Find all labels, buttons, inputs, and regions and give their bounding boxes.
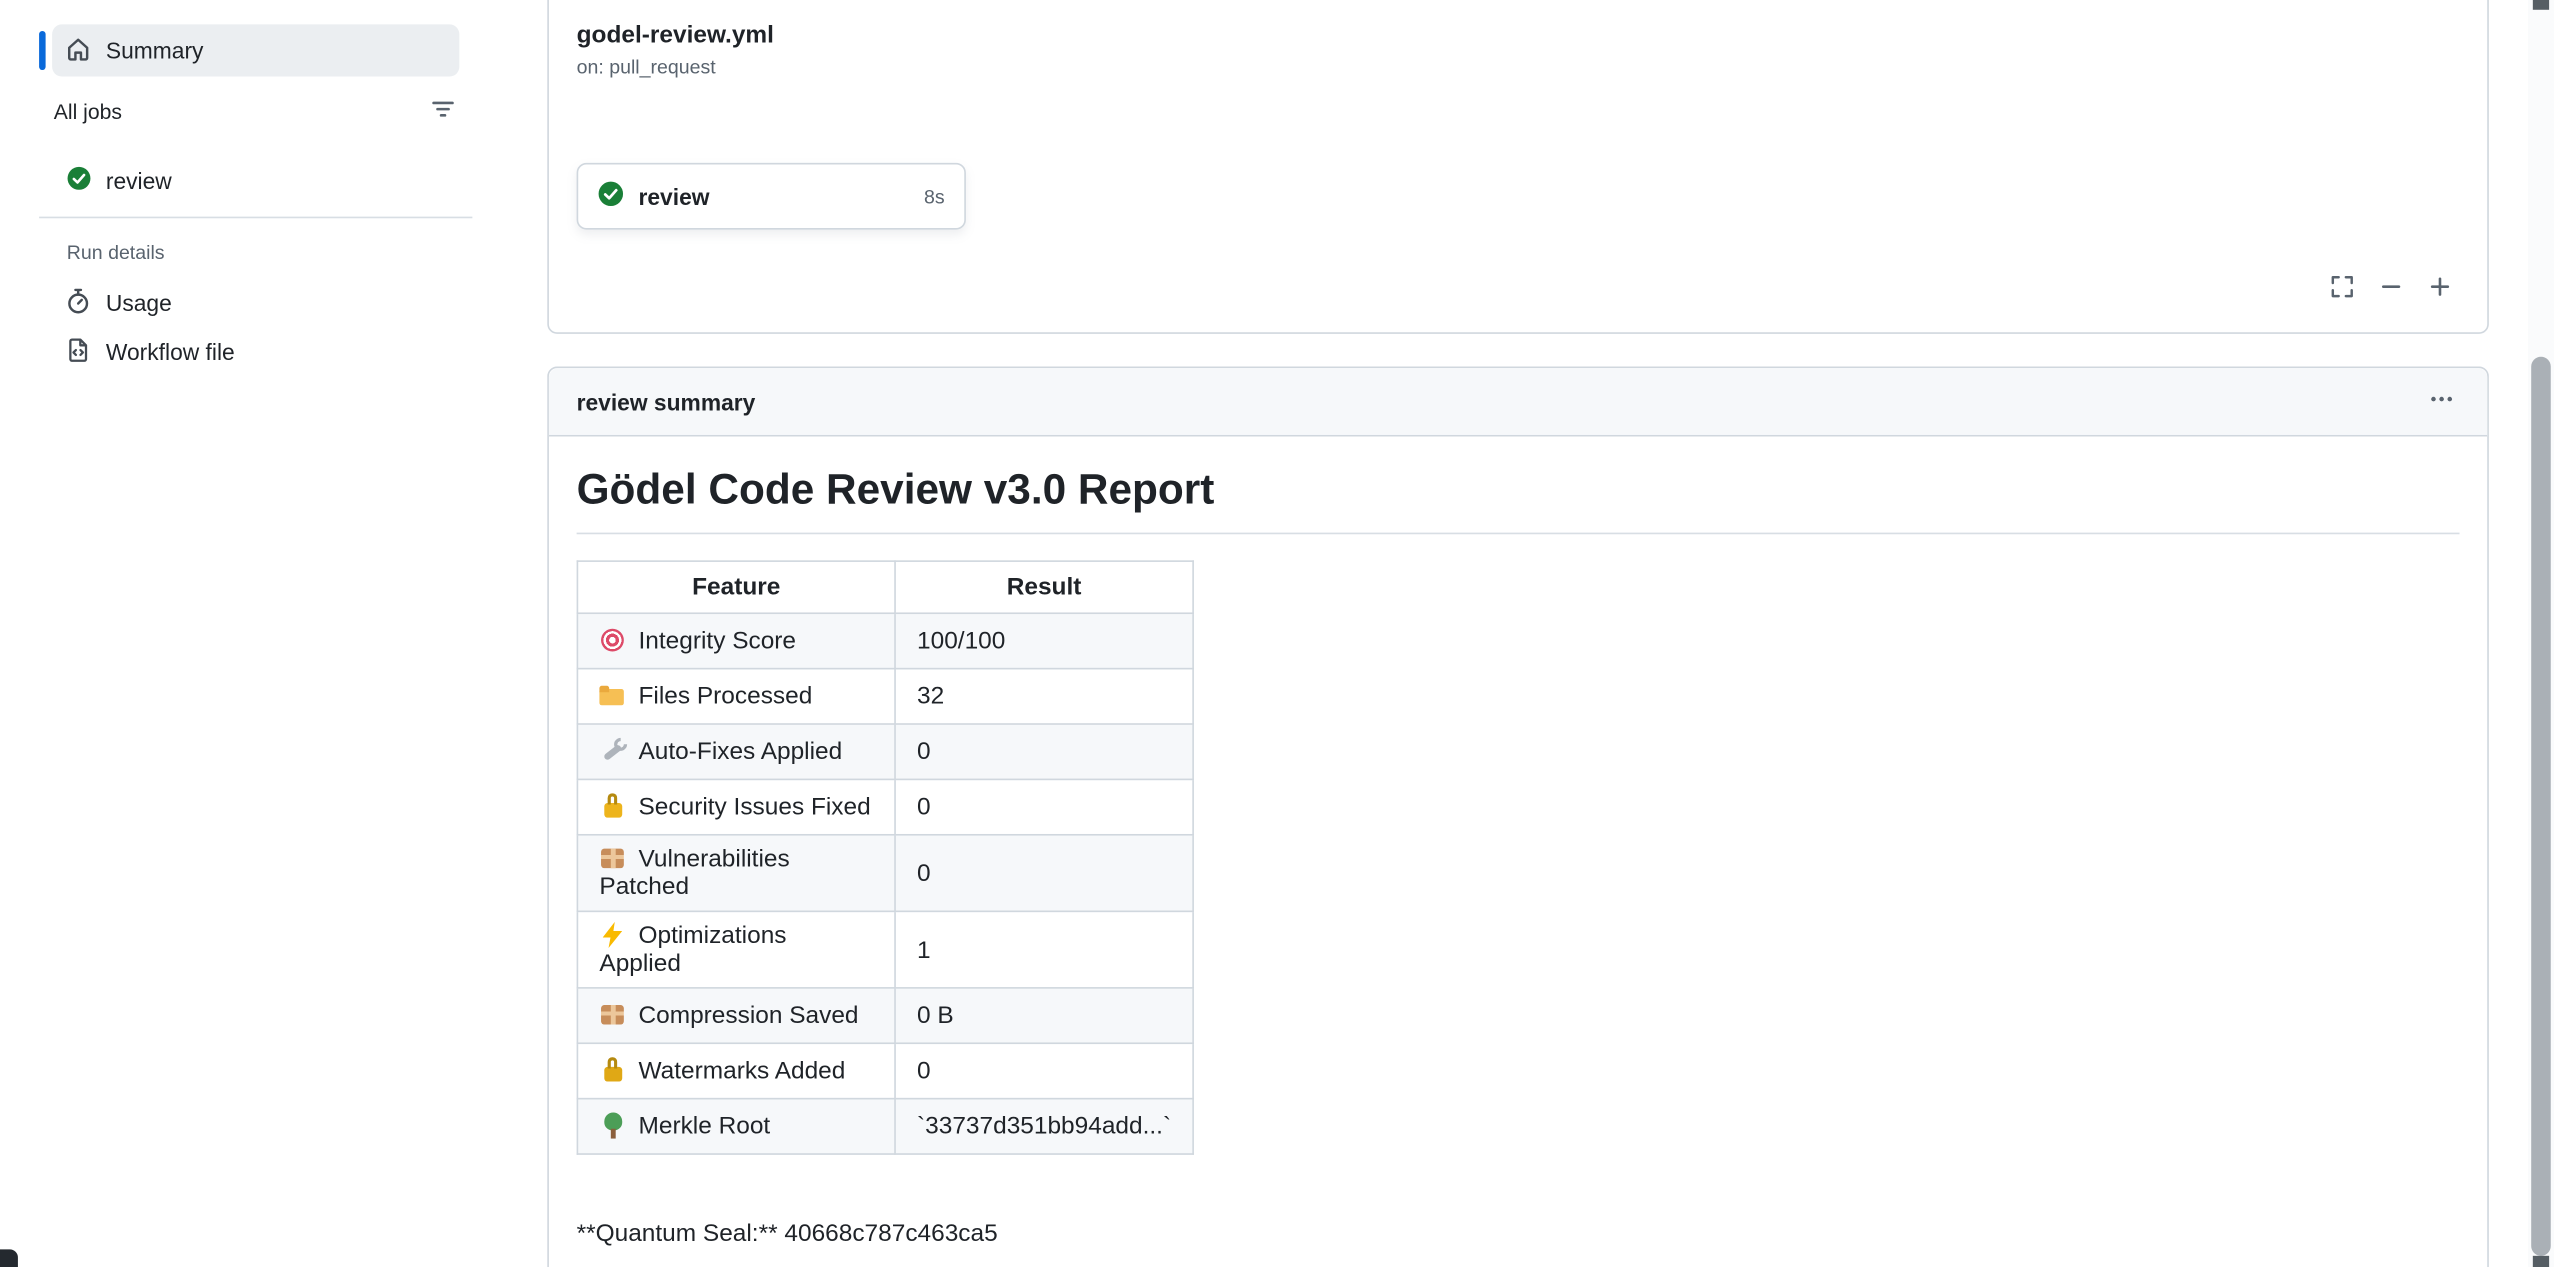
graph-job-review[interactable]: review 8s [577, 163, 966, 230]
sidebar-item-label: Workflow file [106, 339, 235, 365]
table-row: Auto-Fixes Applied 0 [577, 724, 1193, 779]
result-cell: 0 [895, 1043, 1193, 1098]
report-table-body: Integrity Score 100/100 Files Processed … [577, 613, 1193, 1154]
table-row: Compression Saved 0 B [577, 988, 1193, 1043]
sidebar-item-workflow-file[interactable]: Workflow file [39, 329, 472, 375]
workflow-graph-panel: godel-review.yml on: pull_request review… [547, 0, 2489, 334]
selected-accent-bar [39, 31, 46, 70]
sidebar-job-review[interactable]: review [39, 158, 472, 204]
result-cell: 0 [895, 779, 1193, 834]
github-actions-run-page: Summary All jobs review [0, 0, 2554, 1267]
target-icon [599, 627, 625, 653]
markdown-body: Gödel Code Review v3.0 Report Feature Re… [549, 437, 2487, 1267]
table-row: Security Issues Fixed 0 [577, 779, 1193, 834]
result-cell: 1 [895, 911, 1193, 988]
feature-cell: Watermarks Added [577, 1043, 895, 1098]
check-circle-icon [598, 181, 624, 212]
result-cell: `33737d351bb94add...` [895, 1099, 1193, 1154]
folder-icon [599, 682, 625, 708]
filter-jobs-button[interactable] [420, 88, 466, 134]
filter-icon [430, 95, 456, 126]
status-bubble-fragment [0, 1249, 18, 1267]
minus-icon [2378, 273, 2404, 304]
plus-icon [2427, 273, 2453, 304]
table-row: Vulnerabilities Patched 0 [577, 835, 1193, 912]
result-cell: 0 [895, 724, 1193, 779]
sidebar-item-label: Usage [106, 290, 172, 316]
result-cell: 100/100 [895, 613, 1193, 668]
wrench-icon [599, 738, 625, 764]
vertical-scrollbar[interactable] [2528, 0, 2554, 1267]
table-row: Watermarks Added 0 [577, 1043, 1193, 1098]
check-circle-icon [67, 166, 91, 195]
feature-cell: Merkle Root [577, 1099, 895, 1154]
table-row: Optimizations Applied 1 [577, 911, 1193, 988]
feature-cell: Optimizations Applied [577, 911, 895, 988]
graph-job-duration: 8s [924, 185, 945, 208]
sidebar: Summary All jobs review [39, 0, 472, 375]
home-icon [65, 35, 91, 66]
table-row: Integrity Score 100/100 [577, 613, 1193, 668]
table-header-row: Feature Result [577, 561, 1193, 613]
table-row: Merkle Root `33737d351bb94add...` [577, 1099, 1193, 1154]
result-cell: 32 [895, 669, 1193, 724]
fullscreen-icon [2329, 273, 2355, 304]
feature-cell: Security Issues Fixed [577, 779, 895, 834]
feature-cell: Auto-Fixes Applied [577, 724, 895, 779]
scrollbar-thumb[interactable] [2531, 357, 2551, 1256]
file-code-icon [65, 336, 91, 367]
job-summary-panel: review summary Gödel Code Review v3.0 Re… [547, 366, 2489, 1267]
summary-title: review summary [577, 388, 756, 414]
scrollbar-top-cap [2533, 0, 2549, 10]
all-jobs-row: All jobs [39, 86, 472, 135]
zap-icon [599, 922, 625, 948]
result-cell: 0 [895, 835, 1193, 912]
sidebar-summary-row: Summary [39, 24, 472, 76]
summary-menu-button[interactable] [2419, 379, 2465, 425]
sidebar-item-label: Summary [106, 37, 204, 63]
stopwatch-icon [65, 287, 91, 318]
table-row: Files Processed 32 [577, 669, 1193, 724]
zoom-in-button[interactable] [2419, 267, 2461, 309]
package-icon [599, 845, 625, 871]
lock-icon [599, 793, 625, 819]
scrollbar-bottom-cap [2533, 1256, 2549, 1267]
graph-job-label: review [639, 183, 710, 209]
fullscreen-button[interactable] [2321, 267, 2363, 309]
feature-cell: Compression Saved [577, 988, 895, 1043]
report-table: Feature Result Integrity Score 100/100 [577, 560, 1194, 1155]
workflow-file-name: godel-review.yml [577, 21, 774, 49]
workflow-meta: godel-review.yml on: pull_request [577, 21, 774, 78]
sidebar-item-summary[interactable]: Summary [52, 24, 459, 76]
sidebar-item-usage[interactable]: Usage [39, 280, 472, 326]
feature-cell: Files Processed [577, 669, 895, 724]
workflow-trigger: on: pull_request [577, 55, 774, 78]
column-header-feature: Feature [577, 561, 895, 613]
feature-cell: Vulnerabilities Patched [577, 835, 895, 912]
job-label: review [106, 168, 172, 194]
tree-icon [599, 1112, 625, 1138]
column-header-result: Result [895, 561, 1193, 613]
all-jobs-label: All jobs [54, 99, 122, 123]
result-cell: 0 B [895, 988, 1193, 1043]
package-icon [599, 1002, 625, 1028]
graph-zoom-controls [2321, 267, 2461, 309]
kebab-icon [2429, 386, 2455, 417]
zoom-out-button[interactable] [2370, 267, 2412, 309]
lockpen-icon [599, 1057, 625, 1083]
summary-header: review summary [549, 368, 2487, 436]
report-title: Gödel Code Review v3.0 Report [577, 463, 2460, 535]
run-details-label: Run details [39, 241, 472, 264]
feature-cell: Integrity Score [577, 613, 895, 668]
sidebar-divider [39, 217, 472, 219]
quantum-seal-text: **Quantum Seal:** 40668c787c463ca5 [577, 1220, 2460, 1248]
